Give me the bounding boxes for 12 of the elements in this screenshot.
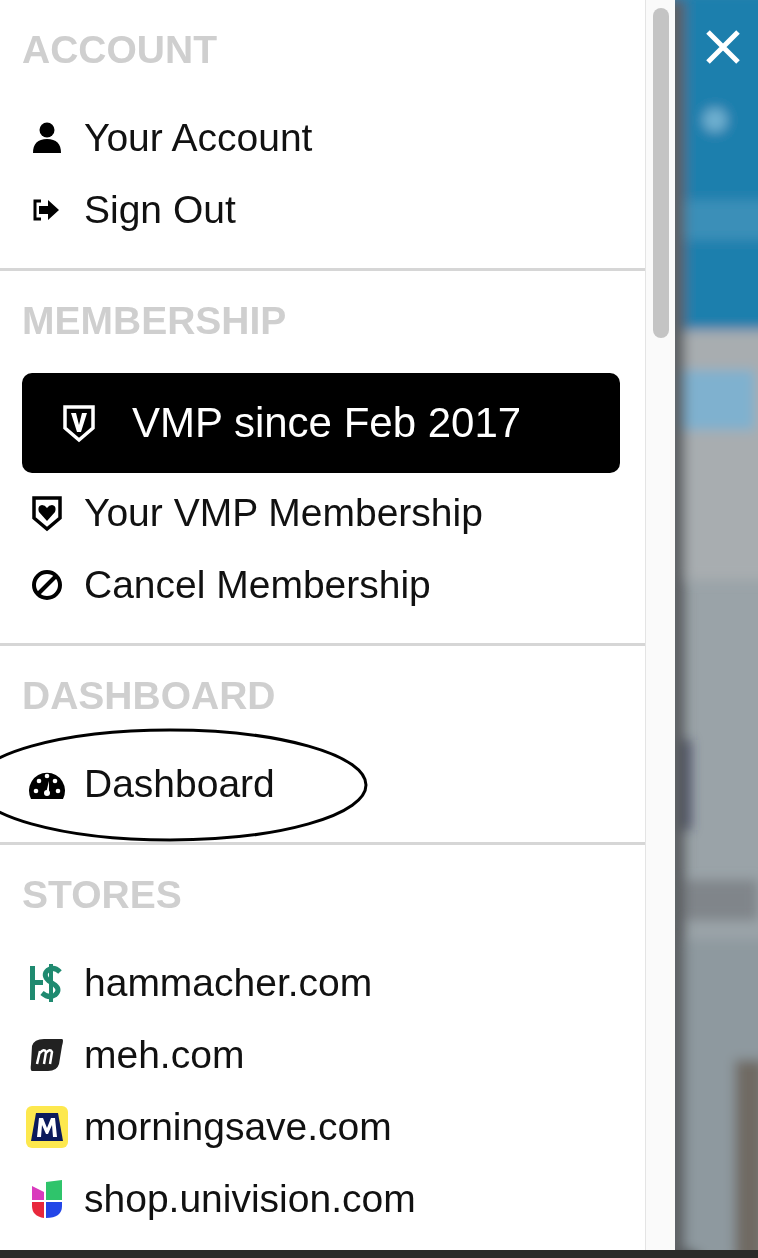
menu-link[interactable]: Cancel Membership <box>0 549 645 621</box>
menu-link[interactable]: Your Account <box>0 102 645 174</box>
menu-link[interactable]: hammacher.com <box>0 947 645 1019</box>
menu-link[interactable]: Dashboard <box>0 748 645 820</box>
menu-link[interactable]: Sign Out <box>0 174 645 246</box>
store-logo-icon <box>24 1104 70 1150</box>
membership-badge[interactable]: VMP since Feb 2017 <box>22 373 620 473</box>
scrollbar[interactable] <box>645 0 675 1250</box>
menu-link[interactable]: shop.univision.com <box>0 1163 645 1235</box>
menu-link[interactable]: Your VMP Membership <box>0 477 645 549</box>
menu-link[interactable]: meh.com <box>0 1019 645 1091</box>
menu-link[interactable]: morningsave.com <box>0 1091 645 1163</box>
